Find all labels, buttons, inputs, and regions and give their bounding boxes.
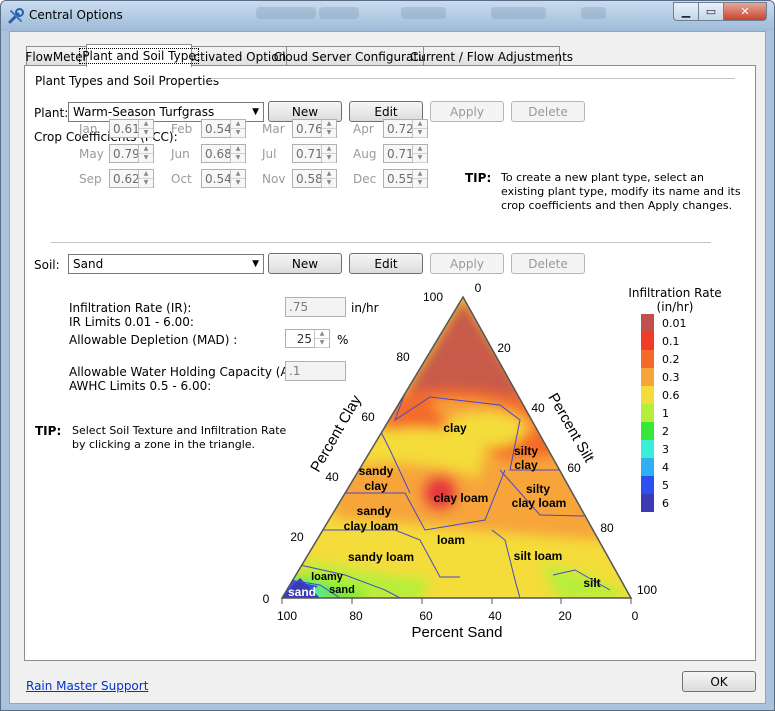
silt-tick: 0 — [475, 281, 482, 295]
legend-label: 6 — [662, 497, 669, 510]
zone-silty-clay-loam[interactable]: clay loam — [512, 496, 567, 510]
zone-silty-clay[interactable]: silty — [514, 444, 538, 458]
silt-tick: 20 — [497, 341, 511, 355]
sand-tick: 60 — [419, 609, 433, 623]
zone-silty-clay-loam[interactable]: silty — [526, 482, 550, 496]
zone-sandy-loam[interactable]: sandy loam — [348, 550, 414, 564]
legend-swatch — [641, 404, 654, 422]
legend-swatch — [641, 386, 654, 404]
sand-tick: 20 — [558, 609, 572, 623]
clay-tick: 0 — [263, 592, 270, 606]
legend-label: 5 — [662, 479, 669, 492]
sand-tick: 0 — [632, 609, 639, 623]
clay-tick: 60 — [361, 410, 375, 424]
axis-title-sand: Percent Sand — [412, 624, 503, 641]
legend-swatch — [641, 494, 654, 512]
soil-texture-triangle: claysiltyclaysandyclayclay loamsiltyclay… — [263, 281, 658, 641]
silt-tick: 80 — [600, 521, 614, 535]
silt-tick: 40 — [531, 401, 545, 415]
zone-clay[interactable]: clay — [443, 421, 467, 435]
legend-swatch — [641, 476, 654, 494]
legend-label: 0.6 — [662, 389, 680, 402]
legend-label: 1 — [662, 407, 669, 420]
axis-title-silt: Percent Silt — [544, 390, 597, 466]
legend-label: 2 — [662, 425, 669, 438]
clay-tick: 100 — [423, 290, 443, 304]
legend-label: 0.1 — [662, 335, 680, 348]
legend-label: 4 — [662, 461, 669, 474]
legend-label: 0.3 — [662, 371, 680, 384]
legend-label: 0.2 — [662, 353, 680, 366]
silt-tick: 60 — [567, 461, 581, 475]
sand-tick: 40 — [488, 609, 502, 623]
legend-label: 3 — [662, 443, 669, 456]
tab-label: Plant and Soil Type — [79, 48, 199, 64]
legend-swatch — [641, 332, 654, 350]
zone-clay-loam[interactable]: clay loam — [434, 491, 489, 505]
legend-swatch — [641, 422, 654, 440]
legend-swatch — [641, 368, 654, 386]
zone-loamy-sand[interactable]: loamy — [311, 571, 344, 583]
sand-tick: 80 — [349, 609, 363, 623]
zone-loam[interactable]: loam — [437, 533, 465, 547]
zone-sand[interactable]: sand — [288, 585, 316, 599]
legend-swatch — [641, 314, 654, 332]
zone-silt-loam[interactable]: silt loam — [514, 549, 563, 563]
zone-loamy-sand[interactable]: sand — [329, 584, 355, 596]
zone-sandy-clay-loam[interactable]: sandy — [357, 504, 392, 518]
legend-swatch — [641, 440, 654, 458]
axis-title-clay: Percent Clay — [307, 392, 365, 475]
legend-swatch — [641, 350, 654, 368]
legend-label: 0.01 — [662, 317, 687, 330]
tab-plant-and-soil-type[interactable]: Plant and Soil Type — [79, 44, 199, 67]
zone-silty-clay[interactable]: clay — [514, 458, 538, 472]
zone-sandy-clay[interactable]: clay — [364, 479, 388, 493]
zone-sandy-clay[interactable]: sandy — [359, 464, 394, 478]
clay-tick: 80 — [396, 350, 410, 364]
legend-swatch — [641, 458, 654, 476]
zone-sandy-clay-loam[interactable]: clay loam — [344, 519, 399, 533]
silt-tick: 100 — [637, 583, 657, 597]
clay-tick: 20 — [290, 530, 304, 544]
zone-silt[interactable]: silt — [583, 576, 600, 590]
sand-tick: 100 — [277, 609, 297, 623]
clay-tick: 40 — [325, 470, 339, 484]
